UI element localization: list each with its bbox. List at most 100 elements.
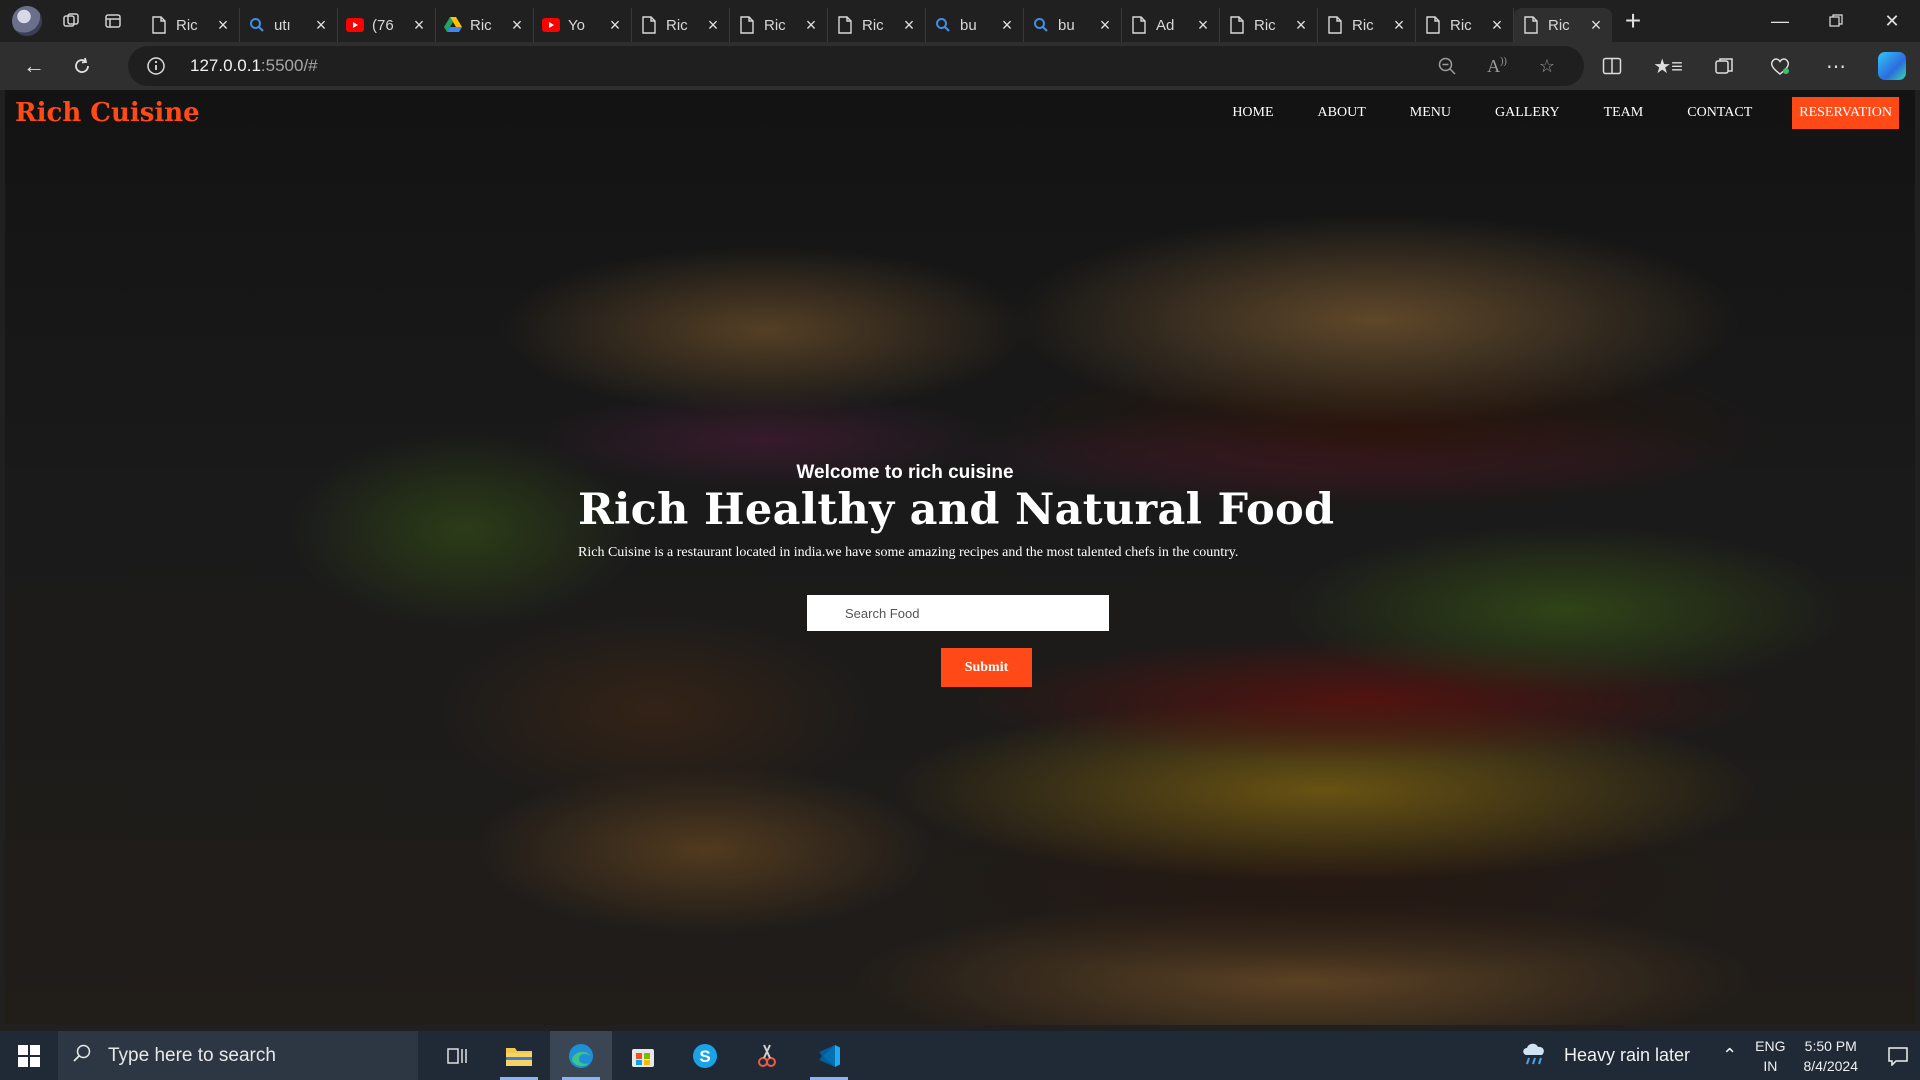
page-icon [150,16,168,34]
page-icon [1130,16,1148,34]
close-tab-icon[interactable]: × [215,15,231,36]
address-bar[interactable]: 127.0.0.1:5500/# A)) ☆ [128,46,1584,86]
browser-tab[interactable]: Yo × [534,8,632,42]
weather-widget[interactable]: Heavy rain later [1520,1039,1690,1072]
close-tab-icon[interactable]: × [607,15,623,36]
tab-actions-icon[interactable] [92,0,134,42]
site-info-icon[interactable] [136,56,176,76]
browser-tab[interactable]: Ric × [436,8,534,42]
browser-tab[interactable]: bu × [1024,8,1122,42]
notifications-icon[interactable] [1876,1046,1920,1066]
close-tab-icon[interactable]: × [1293,15,1309,36]
favorite-star-icon[interactable]: ☆ [1522,56,1572,77]
browser-tab[interactable]: (76 × [338,8,436,42]
browser-tab[interactable]: Ric × [1416,8,1514,42]
hero-welcome-text: Welcome to rich cuisine [796,462,1014,483]
clock[interactable]: 5:50 PM 8/4/2024 [1804,1036,1859,1076]
close-tab-icon[interactable]: × [1195,15,1211,36]
browser-tab[interactable]: Ric × [1514,8,1612,42]
nav-home[interactable]: HOME [1232,105,1273,121]
drive-icon [444,16,462,34]
more-options-icon[interactable]: ⋯ [1808,42,1864,90]
tab-title: Yo [568,16,585,34]
read-aloud-icon[interactable]: A)) [1472,56,1522,77]
submit-button[interactable]: Submit [941,648,1032,687]
browser-tab[interactable]: Ric × [632,8,730,42]
search-icon [934,16,952,34]
browser-tab[interactable]: utı × [240,8,338,42]
browser-toolbar: ← 127.0.0.1:5500/# A)) ☆ ★≡ ⋯ [0,42,1920,90]
favorites-icon[interactable]: ★≡ [1640,42,1696,90]
back-button[interactable]: ← [10,46,58,86]
windows-taskbar: Type here to search S Heavy rain later ⌃… [0,1031,1920,1080]
browser-tab[interactable]: Ric × [1220,8,1318,42]
page-icon [738,16,756,34]
nav-menu[interactable]: MENU [1410,105,1451,121]
zoom-out-icon[interactable] [1422,56,1472,76]
close-tab-icon[interactable]: × [1489,15,1505,36]
close-tab-icon[interactable]: × [313,15,329,36]
tab-title: bu [960,16,977,34]
search-food-input[interactable] [807,595,1109,631]
site-logo[interactable]: Rich Cuisine [15,90,200,136]
close-tab-icon[interactable]: × [1391,15,1407,36]
close-tab-icon[interactable]: × [705,15,721,36]
collections-icon[interactable] [1696,42,1752,90]
tab-title: Ric [764,16,786,34]
close-tab-icon[interactable]: × [509,15,525,36]
nav-contact[interactable]: CONTACT [1687,105,1752,121]
page-icon [1522,16,1540,34]
browser-tab[interactable]: Ric × [1318,8,1416,42]
language-indicator[interactable]: ENG IN [1755,1036,1785,1076]
taskbar-search-box[interactable]: Type here to search [58,1031,418,1080]
vscode-icon[interactable] [798,1031,860,1080]
reservation-button[interactable]: RESERVATION [1792,97,1899,129]
snipping-tool-icon[interactable] [736,1031,798,1080]
browser-tab[interactable]: Ad × [1122,8,1220,42]
close-tab-icon[interactable]: × [411,15,427,36]
rain-cloud-icon [1520,1039,1550,1072]
tab-title: Ric [176,16,198,34]
microsoft-store-icon[interactable] [612,1031,674,1080]
browser-tab[interactable]: bu × [926,8,1024,42]
hero-headline: Rich Healthy and Natural Food [578,485,1335,535]
taskbar-search-placeholder: Type here to search [108,1044,276,1066]
close-tab-icon[interactable]: × [901,15,917,36]
skype-icon[interactable]: S [674,1031,736,1080]
browser-tab[interactable]: Ric × [828,8,926,42]
task-view-icon[interactable] [426,1031,488,1080]
region-code: IN [1763,1057,1778,1074]
profile-avatar[interactable] [12,6,42,36]
tab-title: bu [1058,16,1075,34]
refresh-button[interactable] [58,46,106,86]
copilot-icon[interactable] [1864,42,1920,90]
system-tray: Heavy rain later ⌃ ENG IN 5:50 PM 8/4/20… [1520,1031,1920,1080]
browser-tab[interactable]: Ric × [730,8,828,42]
edge-browser-icon[interactable] [550,1031,612,1080]
restore-button[interactable] [1808,0,1864,42]
tab-title: Ric [666,16,688,34]
close-tab-icon[interactable]: × [999,15,1015,36]
new-tab-button[interactable]: + [1612,0,1654,42]
browser-essentials-icon[interactable] [1752,42,1808,90]
search-icon [1032,16,1050,34]
split-screen-icon[interactable] [1584,42,1640,90]
file-explorer-icon[interactable] [488,1031,550,1080]
url-text[interactable]: 127.0.0.1:5500/# [190,56,318,76]
nav-team[interactable]: TEAM [1604,105,1644,121]
browser-tab[interactable]: Ric × [142,8,240,42]
nav-gallery[interactable]: GALLERY [1495,105,1560,121]
workspaces-icon[interactable] [50,0,92,42]
chevron-up-icon[interactable]: ⌃ [1722,1045,1737,1066]
clock-date: 8/4/2024 [1803,1057,1859,1074]
tab-title: Ric [1450,16,1472,34]
search-icon [248,16,266,34]
tab-title: Ric [862,16,884,34]
nav-about[interactable]: ABOUT [1318,105,1366,121]
windows-start-button[interactable] [0,1031,58,1080]
close-tab-icon[interactable]: × [803,15,819,36]
close-tab-icon[interactable]: × [1097,15,1113,36]
close-tab-icon[interactable]: × [1588,15,1604,36]
minimize-button[interactable]: — [1752,0,1808,42]
close-window-button[interactable]: ✕ [1864,0,1920,42]
